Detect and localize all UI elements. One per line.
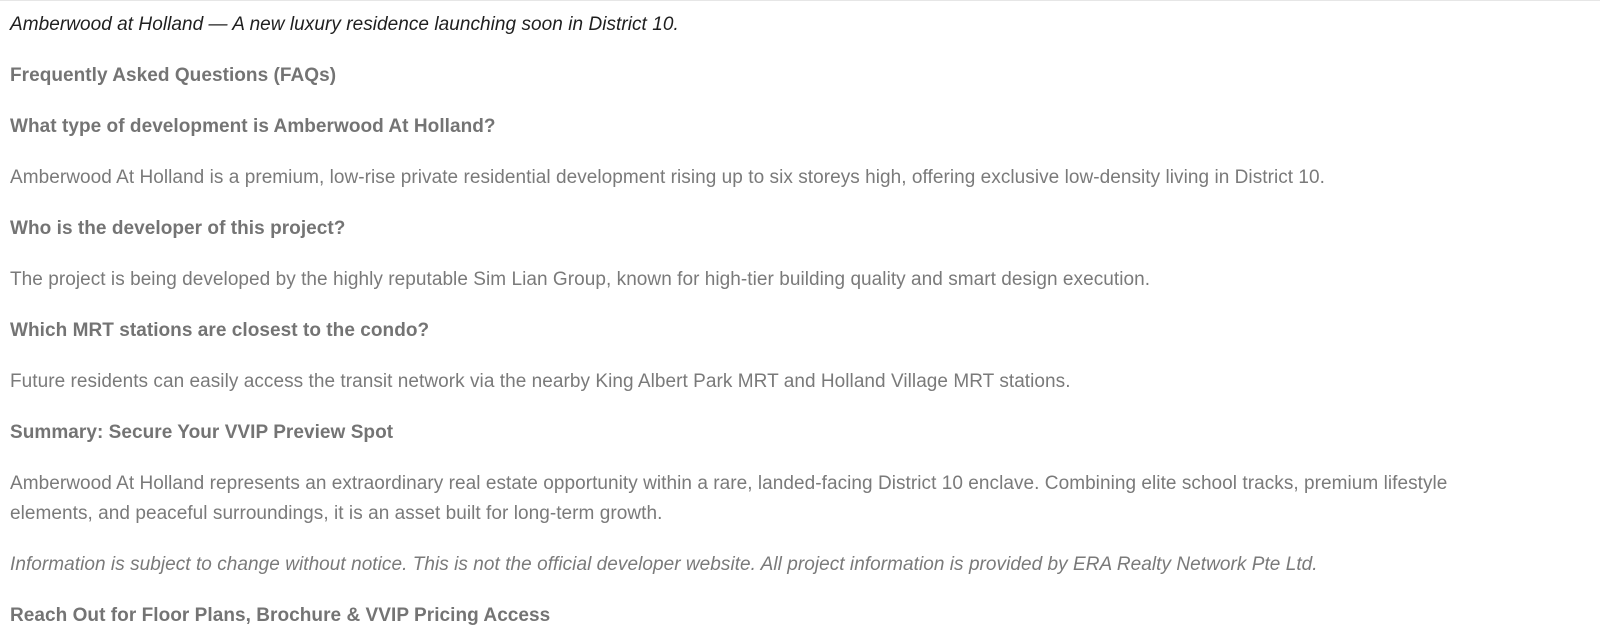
top-divider <box>0 0 1600 1</box>
faq-heading: Frequently Asked Questions (FAQs) <box>10 65 337 86</box>
faq-question: What type of development is Amberwood At… <box>10 116 496 137</box>
cta-heading: Reach Out for Floor Plans, Brochure & VV… <box>10 605 551 626</box>
summary-heading: Summary: Secure Your VVIP Preview Spot <box>10 422 394 443</box>
faq-answer: The project is being developed by the hi… <box>10 269 1151 290</box>
disclaimer-text: Information is subject to change without… <box>10 554 1318 575</box>
article-content: Amberwood at Holland — A new luxury resi… <box>10 10 1480 631</box>
faq-question: Which MRT stations are closest to the co… <box>10 320 430 341</box>
faq-answer: Amberwood At Holland is a premium, low-r… <box>10 167 1325 188</box>
faq-question: Who is the developer of this project? <box>10 218 346 239</box>
intro-text: Amberwood at Holland — A new luxury resi… <box>10 14 679 35</box>
summary-text: Amberwood At Holland represents an extra… <box>10 473 1448 524</box>
faq-answer: Future residents can easily access the t… <box>10 371 1071 392</box>
